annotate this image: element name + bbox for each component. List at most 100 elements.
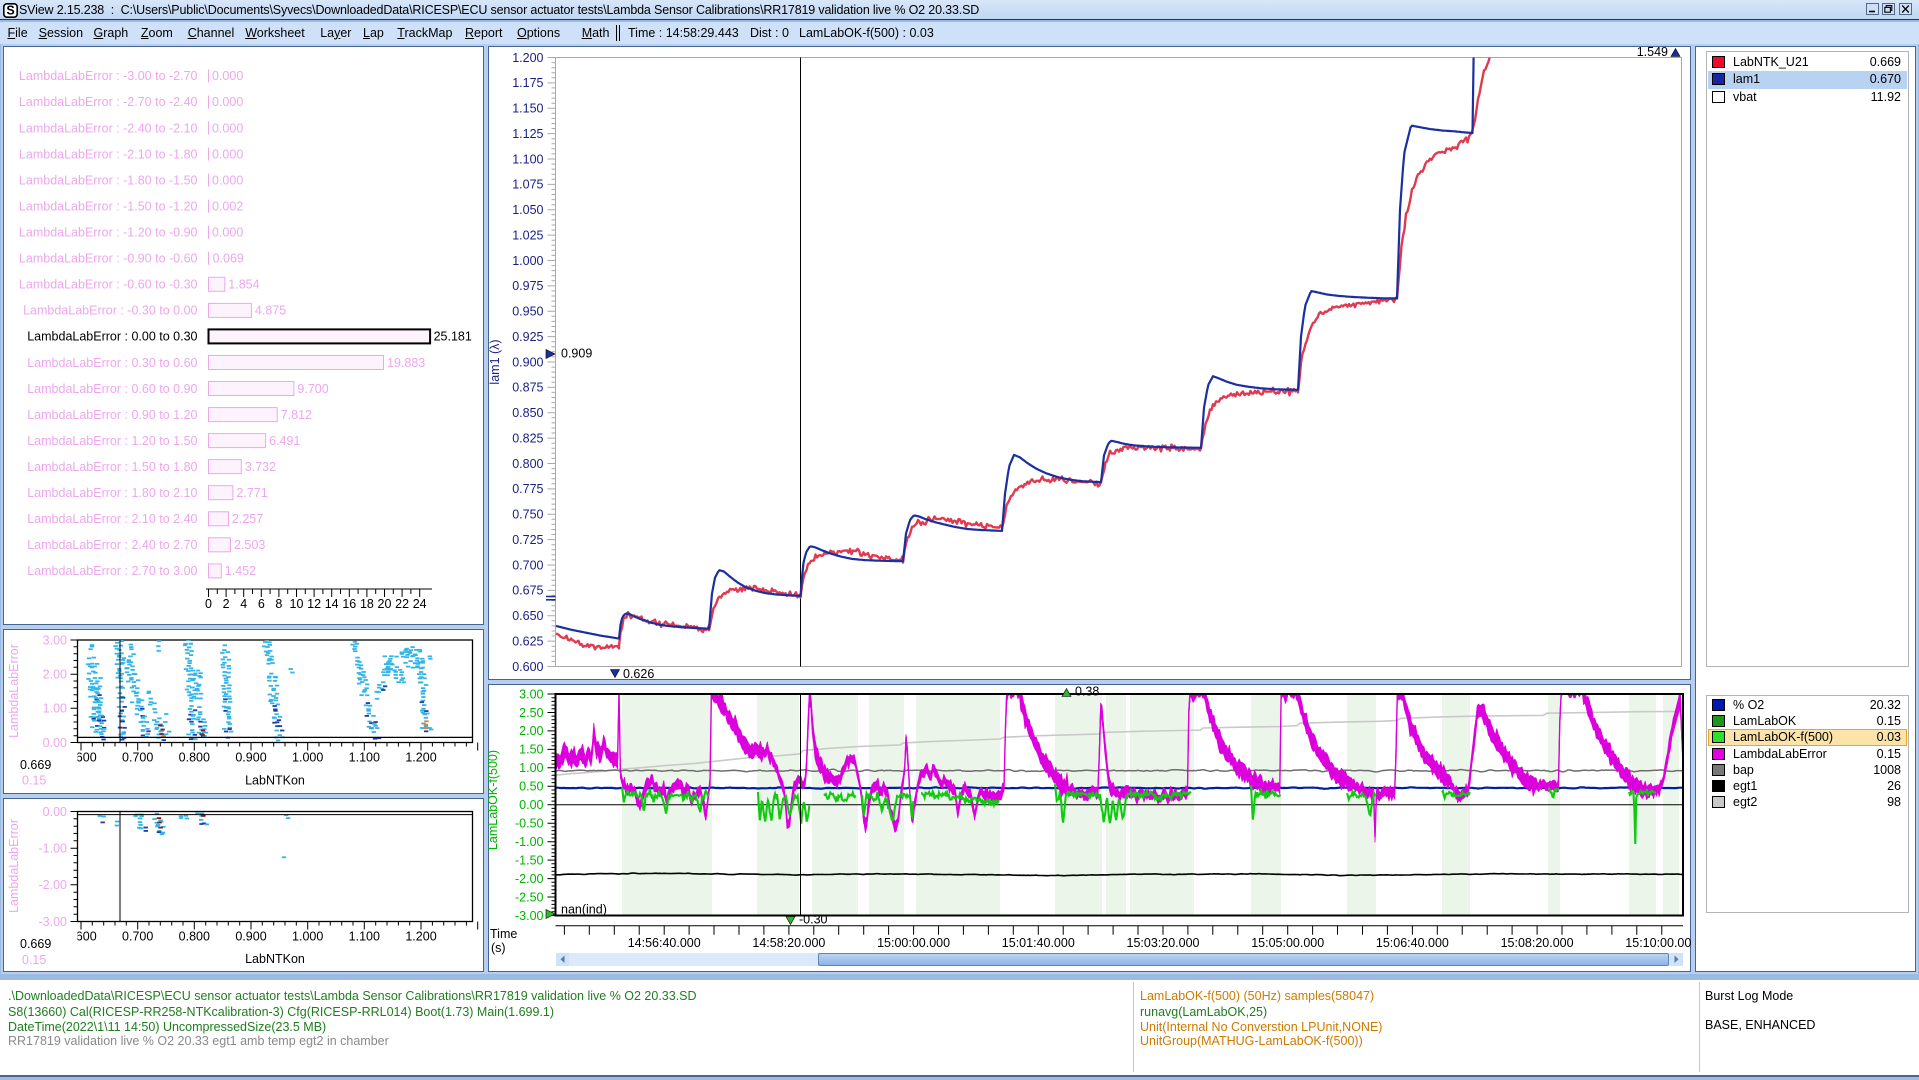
svg-text:2.00: 2.00 <box>519 724 543 738</box>
svg-text:1.100: 1.100 <box>349 751 380 765</box>
svg-text:-1.00: -1.00 <box>39 842 68 856</box>
svg-text:LambdaLabError: LambdaLabError <box>7 819 21 913</box>
svg-text:1.00: 1.00 <box>43 702 67 716</box>
svg-text:7.812: 7.812 <box>281 408 312 422</box>
svg-text:0.626: 0.626 <box>623 667 654 679</box>
svg-text:0.000: 0.000 <box>212 95 243 109</box>
svg-text:1.025: 1.025 <box>512 228 543 242</box>
svg-text:LambdaLabError : -1.20 to -0.9: LambdaLabError : -1.20 to -0.90 <box>19 226 198 240</box>
svg-text:0.600: 0.600 <box>512 660 543 674</box>
svg-text:0.700: 0.700 <box>512 558 543 572</box>
svg-text:0.700: 0.700 <box>122 930 153 944</box>
svg-text:1.125: 1.125 <box>512 127 543 141</box>
svg-text:1.175: 1.175 <box>512 76 543 90</box>
svg-text:1.452: 1.452 <box>225 564 256 578</box>
svg-text:LambdaLabError : 2.10 to 2.40: LambdaLabError : 2.10 to 2.40 <box>27 512 197 526</box>
svg-text:2.257: 2.257 <box>232 512 263 526</box>
svg-text:0.909: 0.909 <box>561 347 592 361</box>
svg-text:1.100: 1.100 <box>349 930 380 944</box>
svg-text:18: 18 <box>360 597 374 611</box>
svg-text:0.00: 0.00 <box>43 805 67 819</box>
svg-text:LambdaLabError : -2.70 to -2.4: LambdaLabError : -2.70 to -2.40 <box>19 95 198 109</box>
svg-text:0.900: 0.900 <box>235 930 266 944</box>
svg-text:0.925: 0.925 <box>512 330 543 344</box>
svg-text:0.975: 0.975 <box>512 279 543 293</box>
svg-text:LambdaLabError : 2.40 to 2.70: LambdaLabError : 2.40 to 2.70 <box>27 538 197 552</box>
svg-text:14:56:40.000: 14:56:40.000 <box>628 936 701 950</box>
svg-text:8: 8 <box>275 597 282 611</box>
svg-text:16: 16 <box>342 597 356 611</box>
svg-text:LambdaLabError : 0.00 to 0.30: LambdaLabError : 0.00 to 0.30 <box>27 330 197 344</box>
svg-text:0.725: 0.725 <box>512 533 543 547</box>
svg-text:LambdaLabError : -2.10 to -1.8: LambdaLabError : -2.10 to -1.80 <box>19 147 198 161</box>
svg-text:LambdaLabError : 2.70 to 3.00: LambdaLabError : 2.70 to 3.00 <box>27 564 197 578</box>
svg-text:-2.50: -2.50 <box>515 890 544 904</box>
svg-text:0.950: 0.950 <box>512 305 543 319</box>
svg-text:0.000: 0.000 <box>212 147 243 161</box>
svg-text:0.650: 0.650 <box>512 609 543 623</box>
svg-text:-3.00: -3.00 <box>515 909 544 923</box>
svg-text:LambdaLabError : 1.50 to 1.80: LambdaLabError : 1.50 to 1.80 <box>27 460 197 474</box>
svg-text:3.00: 3.00 <box>519 687 543 701</box>
svg-text:14:58:20.000: 14:58:20.000 <box>752 936 825 950</box>
svg-text:0.15: 0.15 <box>22 774 46 788</box>
svg-text:2.50: 2.50 <box>519 706 543 720</box>
svg-text:1.000: 1.000 <box>512 254 543 268</box>
svg-text:2.503: 2.503 <box>234 538 265 552</box>
svg-text:LambdaLabError : -2.40 to -2.1: LambdaLabError : -2.40 to -2.10 <box>19 121 198 135</box>
svg-text:LambdaLabError : -3.00 to -2.7: LambdaLabError : -3.00 to -2.70 <box>19 69 198 83</box>
svg-text:-2.00: -2.00 <box>515 872 544 886</box>
svg-text:0.669: 0.669 <box>20 758 51 772</box>
svg-text:1.100: 1.100 <box>512 152 543 166</box>
svg-text:LambdaLabError : -0.30 to 0.00: LambdaLabError : -0.30 to 0.00 <box>23 304 197 318</box>
svg-text:0.069: 0.069 <box>213 252 244 266</box>
svg-text:15:06:40.000: 15:06:40.000 <box>1376 936 1449 950</box>
svg-text:3.732: 3.732 <box>245 460 276 474</box>
svg-text:LambdaLabError : -1.50 to -1.2: LambdaLabError : -1.50 to -1.20 <box>19 200 198 214</box>
svg-text:0.000: 0.000 <box>212 69 243 83</box>
svg-text:S: S <box>6 3 14 17</box>
svg-text:1.50: 1.50 <box>519 743 543 757</box>
svg-text:24: 24 <box>413 597 427 611</box>
svg-text:LambdaLabError: LambdaLabError <box>7 644 21 738</box>
svg-text:LambdaLabError : -0.90 to -0.6: LambdaLabError : -0.90 to -0.60 <box>19 252 198 266</box>
svg-text:1.00: 1.00 <box>519 761 543 775</box>
svg-text:12: 12 <box>307 597 321 611</box>
svg-text:-0.50: -0.50 <box>515 817 544 831</box>
svg-text:LabNTKon: LabNTKon <box>245 952 305 966</box>
svg-text:0.625: 0.625 <box>512 634 543 648</box>
svg-text:LambdaLabError : 1.20 to 1.50: LambdaLabError : 1.20 to 1.50 <box>27 434 197 448</box>
svg-text:0.675: 0.675 <box>512 584 543 598</box>
svg-text:0.800: 0.800 <box>179 930 210 944</box>
svg-text:15:00:00.000: 15:00:00.000 <box>877 936 950 950</box>
svg-text:0.800: 0.800 <box>512 457 543 471</box>
svg-text:LamLabOK-f(500): LamLabOK-f(500) <box>488 750 500 850</box>
svg-text:LambdaLabError : 0.30 to 0.60: LambdaLabError : 0.30 to 0.60 <box>27 356 197 370</box>
svg-text:25.181: 25.181 <box>434 330 472 344</box>
svg-text:6: 6 <box>258 597 265 611</box>
svg-text:1.000: 1.000 <box>292 751 323 765</box>
svg-text:(s): (s) <box>491 941 506 955</box>
svg-text:1.854: 1.854 <box>228 278 259 292</box>
svg-text:1.050: 1.050 <box>512 203 543 217</box>
svg-text:LabNTKon: LabNTKon <box>245 774 305 788</box>
svg-text:15:03:20.000: 15:03:20.000 <box>1127 936 1200 950</box>
svg-text:0.750: 0.750 <box>512 508 543 522</box>
svg-text:LambdaLabError : -0.60 to -0.3: LambdaLabError : -0.60 to -0.30 <box>19 278 198 292</box>
svg-text:22: 22 <box>395 597 409 611</box>
svg-text:2: 2 <box>223 597 230 611</box>
svg-text:0.825: 0.825 <box>512 431 543 445</box>
svg-text:0.00: 0.00 <box>519 798 543 812</box>
svg-text:9.700: 9.700 <box>297 382 328 396</box>
svg-text:nan(ind): nan(ind) <box>561 903 607 917</box>
svg-text:0.600: 0.600 <box>65 930 96 944</box>
svg-text:0.600: 0.600 <box>65 751 96 765</box>
svg-text:1.000: 1.000 <box>292 930 323 944</box>
svg-text:0.000: 0.000 <box>212 121 243 135</box>
svg-text:1.549: 1.549 <box>1637 47 1668 59</box>
svg-text:0.875: 0.875 <box>512 381 543 395</box>
svg-text:-0.30: -0.30 <box>799 913 828 927</box>
svg-text:15:05:00.000: 15:05:00.000 <box>1251 936 1324 950</box>
svg-text:4.875: 4.875 <box>255 304 286 318</box>
svg-text:0.002: 0.002 <box>212 200 243 214</box>
